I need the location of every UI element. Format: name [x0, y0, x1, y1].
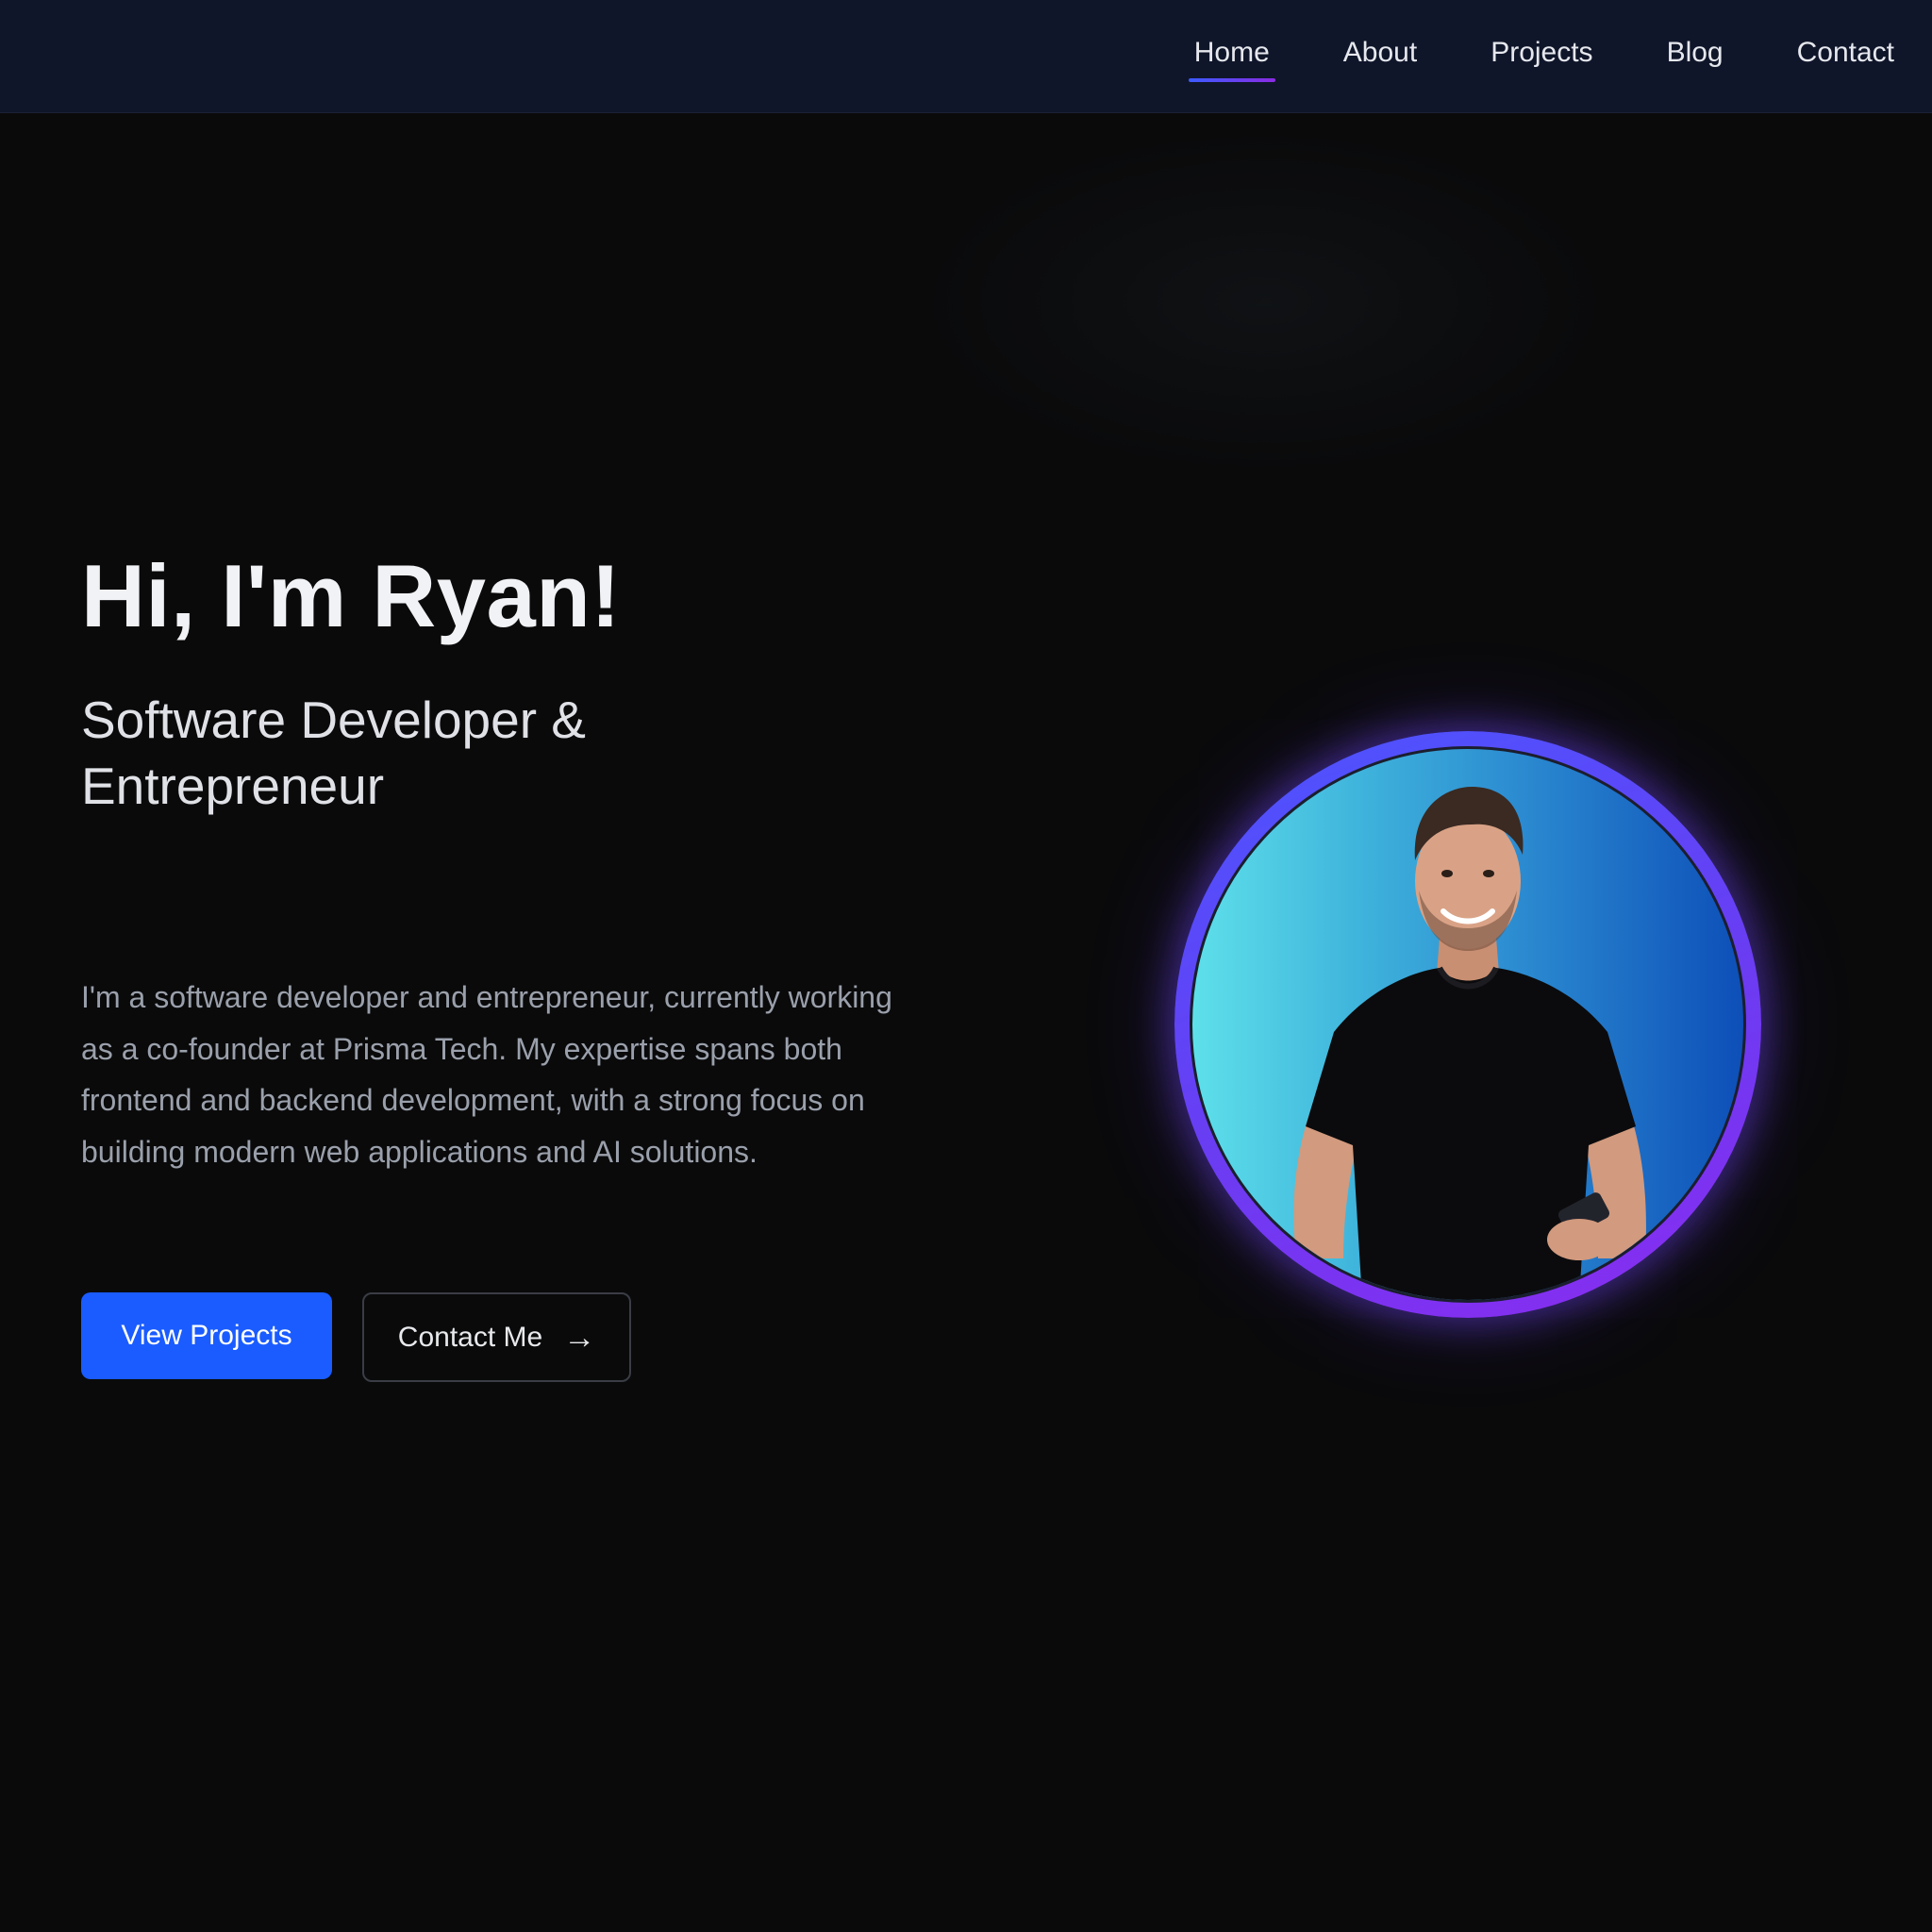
hero-role: Software Developer & Entrepreneur — [81, 691, 586, 815]
nav-link-contact[interactable]: Contact — [1797, 33, 1894, 73]
top-navbar: Home About Projects Blog Contact — [0, 0, 1932, 113]
nav-link-home[interactable]: Home — [1188, 33, 1275, 82]
person-illustration — [1293, 787, 1646, 1300]
nav-link-blog[interactable]: Blog — [1667, 33, 1724, 73]
hero-bio: I'm a software developer and entrepreneu… — [81, 980, 892, 1169]
contact-me-label: Contact Me — [397, 1321, 543, 1353]
view-projects-button[interactable]: View Projects — [81, 1292, 332, 1379]
nav-links: Home About Projects Blog Contact — [1188, 0, 1894, 106]
nav-link-projects[interactable]: Projects — [1491, 33, 1592, 73]
profile-avatar — [1174, 731, 1761, 1318]
contact-me-button[interactable]: Contact Me → — [362, 1292, 631, 1382]
profile-photo — [1190, 746, 1746, 1303]
nav-link-about[interactable]: About — [1343, 33, 1417, 73]
arrow-right-icon: → — [563, 1319, 596, 1356]
hero-greeting: Hi, I'm Ryan! — [81, 546, 622, 645]
hero-section: Hi, I'm Ryan! Software Developer & Entre… — [0, 113, 1932, 1932]
